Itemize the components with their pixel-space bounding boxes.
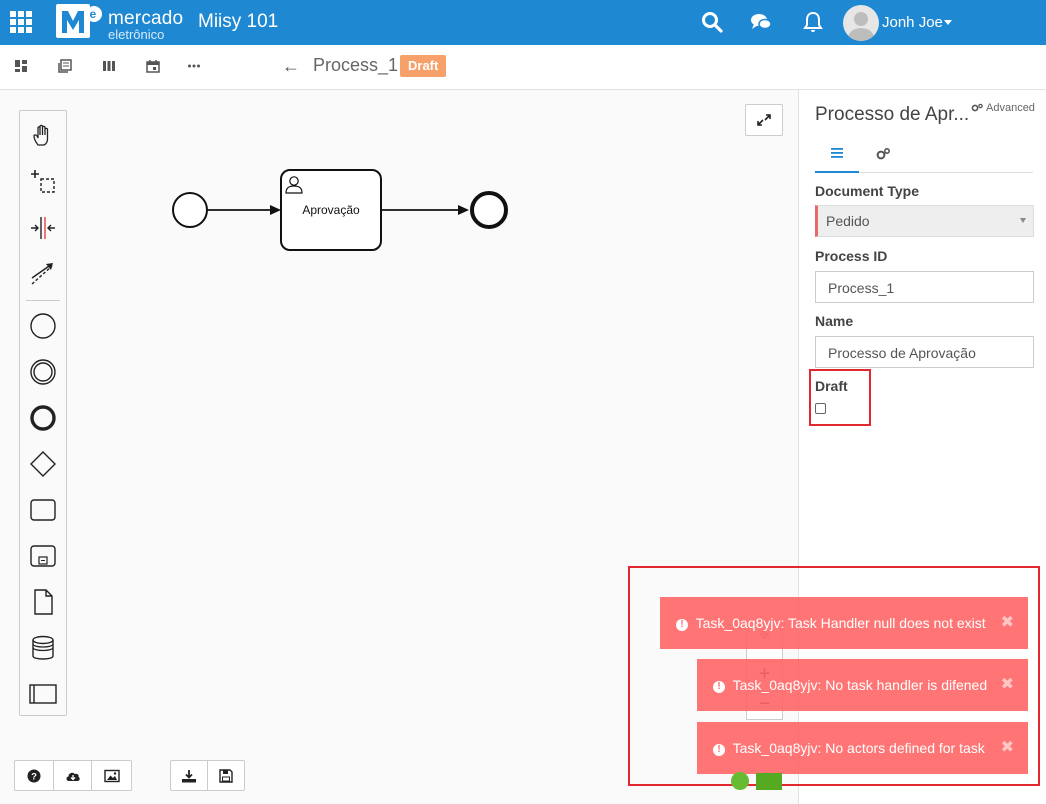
expand-icon	[757, 114, 771, 126]
lasso-tool-icon[interactable]	[20, 162, 66, 202]
logo-subtext: eletrônico	[108, 27, 165, 42]
top-bar: e mercado eletrônico Miisy 101 Jonh Joe	[0, 0, 1046, 45]
connect-tool-icon[interactable]	[20, 254, 66, 294]
document-type-value: Pedido	[826, 213, 870, 229]
start-event-icon[interactable]	[20, 306, 66, 346]
list-icon[interactable]	[58, 59, 72, 73]
close-icon[interactable]: ✖	[1001, 722, 1014, 774]
fullscreen-button[interactable]	[745, 104, 783, 136]
chevron-down-icon	[1020, 218, 1026, 223]
username[interactable]: Jonh Joe	[882, 14, 943, 31]
subprocess-icon[interactable]	[20, 536, 66, 576]
alert-icon: !	[713, 744, 725, 756]
start-event[interactable]	[172, 192, 208, 228]
menu-icon	[831, 148, 843, 158]
image-icon	[103, 769, 120, 782]
name-input[interactable]: Processo de Aprovação	[815, 336, 1034, 368]
name-label: Name	[815, 313, 854, 329]
cloud-download-icon	[65, 772, 80, 781]
hand-tool-icon[interactable]	[20, 116, 66, 156]
app-title: Miisy 101	[198, 11, 279, 32]
cloud-download-button[interactable]	[54, 761, 93, 790]
status-badge: Draft	[400, 55, 447, 77]
svg-text:?: ?	[31, 771, 37, 782]
floppy-icon	[219, 768, 233, 783]
arrowhead	[270, 205, 281, 215]
save-button[interactable]	[208, 761, 244, 790]
gateway-icon[interactable]	[20, 444, 66, 484]
gears-icon	[971, 103, 983, 112]
draft-checkbox[interactable]	[815, 403, 826, 414]
panel-tabs	[815, 135, 1033, 173]
element-palette	[19, 110, 67, 716]
data-store-icon[interactable]	[20, 628, 66, 668]
logo-mark: e	[56, 4, 102, 38]
task-label: Aprovação	[302, 203, 360, 217]
space-tool-icon[interactable]	[20, 208, 66, 248]
panel-title: Processo de Apr...	[815, 104, 970, 125]
close-icon[interactable]: ✖	[1001, 597, 1014, 649]
intermediate-event-icon[interactable]	[20, 352, 66, 392]
columns-icon[interactable]	[102, 59, 116, 73]
svg-text:e: e	[90, 7, 97, 21]
error-toast: ! Task_0aq8yjv: Task Handler null does n…	[660, 597, 1028, 649]
data-object-icon[interactable]	[20, 582, 66, 622]
document-type-select[interactable]: Pedido	[815, 205, 1034, 237]
end-event-icon[interactable]	[20, 398, 66, 438]
gears-icon	[876, 147, 891, 160]
more-icon[interactable]	[187, 59, 201, 73]
process-id-label: Process ID	[815, 248, 888, 264]
process-title: Process_1	[313, 55, 399, 75]
toast-message: Task_0aq8yjv: Task Handler null does not…	[695, 615, 986, 631]
dashboard-icon[interactable]	[14, 59, 28, 73]
download-button[interactable]	[171, 761, 208, 790]
alert-icon: !	[676, 619, 688, 631]
document-type-label: Document Type	[815, 183, 919, 199]
download-icon	[181, 769, 196, 782]
advanced-label: Advanced	[986, 102, 1035, 114]
tab-settings[interactable]	[861, 135, 905, 173]
apps-icon[interactable]	[10, 11, 32, 33]
help-export-group: ?	[14, 760, 132, 791]
end-event[interactable]	[470, 191, 508, 229]
task-icon[interactable]	[20, 490, 66, 530]
advanced-toggle[interactable]: Advanced	[971, 102, 1035, 114]
close-icon[interactable]: ✖	[1001, 659, 1014, 711]
calendar-icon[interactable]	[146, 59, 160, 73]
export-image-button[interactable]	[92, 761, 131, 790]
arrowhead	[458, 205, 469, 215]
pool-icon[interactable]	[20, 674, 66, 714]
bell-icon[interactable]	[801, 10, 825, 34]
user-icon	[848, 12, 874, 41]
caret-down-icon[interactable]	[944, 20, 952, 25]
palette-divider	[26, 300, 60, 301]
toast-message: Task_0aq8yjv: No task handler is difened	[732, 677, 988, 693]
error-toast: ! Task_0aq8yjv: No task handler is difen…	[697, 659, 1028, 711]
toast-message: Task_0aq8yjv: No actors defined for task	[732, 740, 985, 756]
save-group	[170, 760, 245, 791]
help-button[interactable]: ?	[15, 761, 54, 790]
help-icon: ?	[27, 769, 41, 782]
alert-icon: !	[713, 681, 725, 693]
tab-general[interactable]	[815, 135, 859, 173]
avatar[interactable]	[843, 5, 879, 41]
back-button[interactable]: ←	[282, 56, 300, 77]
search-icon[interactable]	[700, 10, 724, 34]
process-toolbar: ← Process_1 Draft	[0, 45, 1046, 90]
chat-icon[interactable]	[749, 10, 773, 34]
minimap-widget	[731, 772, 782, 790]
process-id-input[interactable]: Process_1	[815, 271, 1034, 303]
draft-label: Draft	[815, 378, 848, 394]
